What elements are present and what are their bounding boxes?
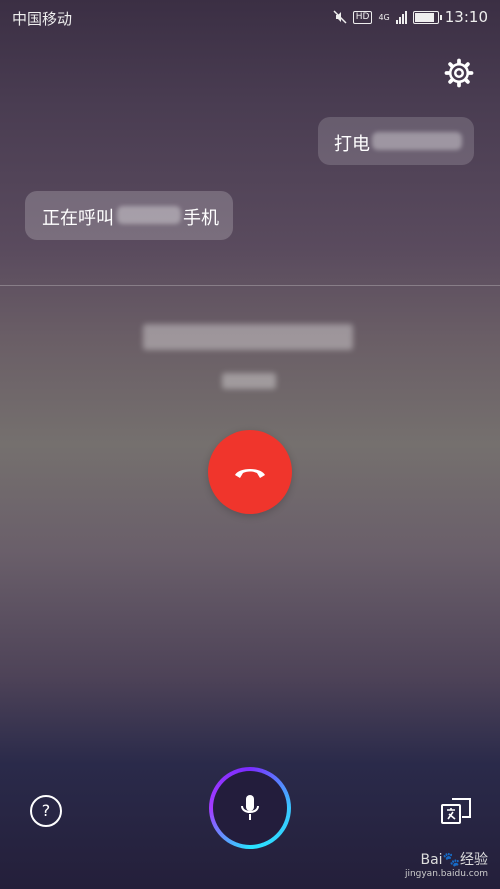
redacted-text	[117, 206, 181, 224]
redacted-text	[372, 132, 462, 150]
assistant-message-suffix: 手机	[183, 208, 219, 229]
help-label: ?	[41, 801, 51, 820]
end-call-button[interactable]	[208, 430, 292, 514]
divider	[0, 285, 500, 286]
user-message-bubble: 打电	[318, 117, 474, 165]
watermark-site: jingyan.baidu.com	[404, 869, 488, 879]
assistant-message-bubble: 正在呼叫 手机	[25, 191, 233, 240]
redacted-location	[222, 373, 276, 389]
carrier-label: 中国移动	[12, 10, 73, 28]
status-bar: 中国移动 HD 4G 13:10	[0, 0, 500, 36]
watermark-brand: Bai🐾经验	[420, 852, 488, 868]
watermark: Bai🐾经验 jingyan.baidu.com	[405, 853, 488, 881]
network-label: 4G	[378, 12, 390, 22]
user-message-text: 打电	[334, 134, 370, 155]
clock: 13:10	[444, 8, 488, 26]
phone-hangup-icon	[235, 469, 265, 478]
help-button[interactable]: ?	[30, 795, 62, 827]
mic-button[interactable]	[209, 767, 291, 849]
redacted-phone-number	[143, 324, 353, 350]
signal-icon	[395, 10, 407, 24]
hd-badge: HD	[352, 10, 373, 24]
mute-icon	[333, 10, 347, 24]
gear-icon[interactable]	[444, 58, 474, 88]
mic-icon	[241, 795, 259, 820]
assistant-message-prefix: 正在呼叫	[42, 208, 114, 229]
translate-icon[interactable]	[440, 795, 472, 827]
status-icons: HD 4G 13:10	[333, 8, 488, 26]
battery-icon	[412, 10, 442, 24]
